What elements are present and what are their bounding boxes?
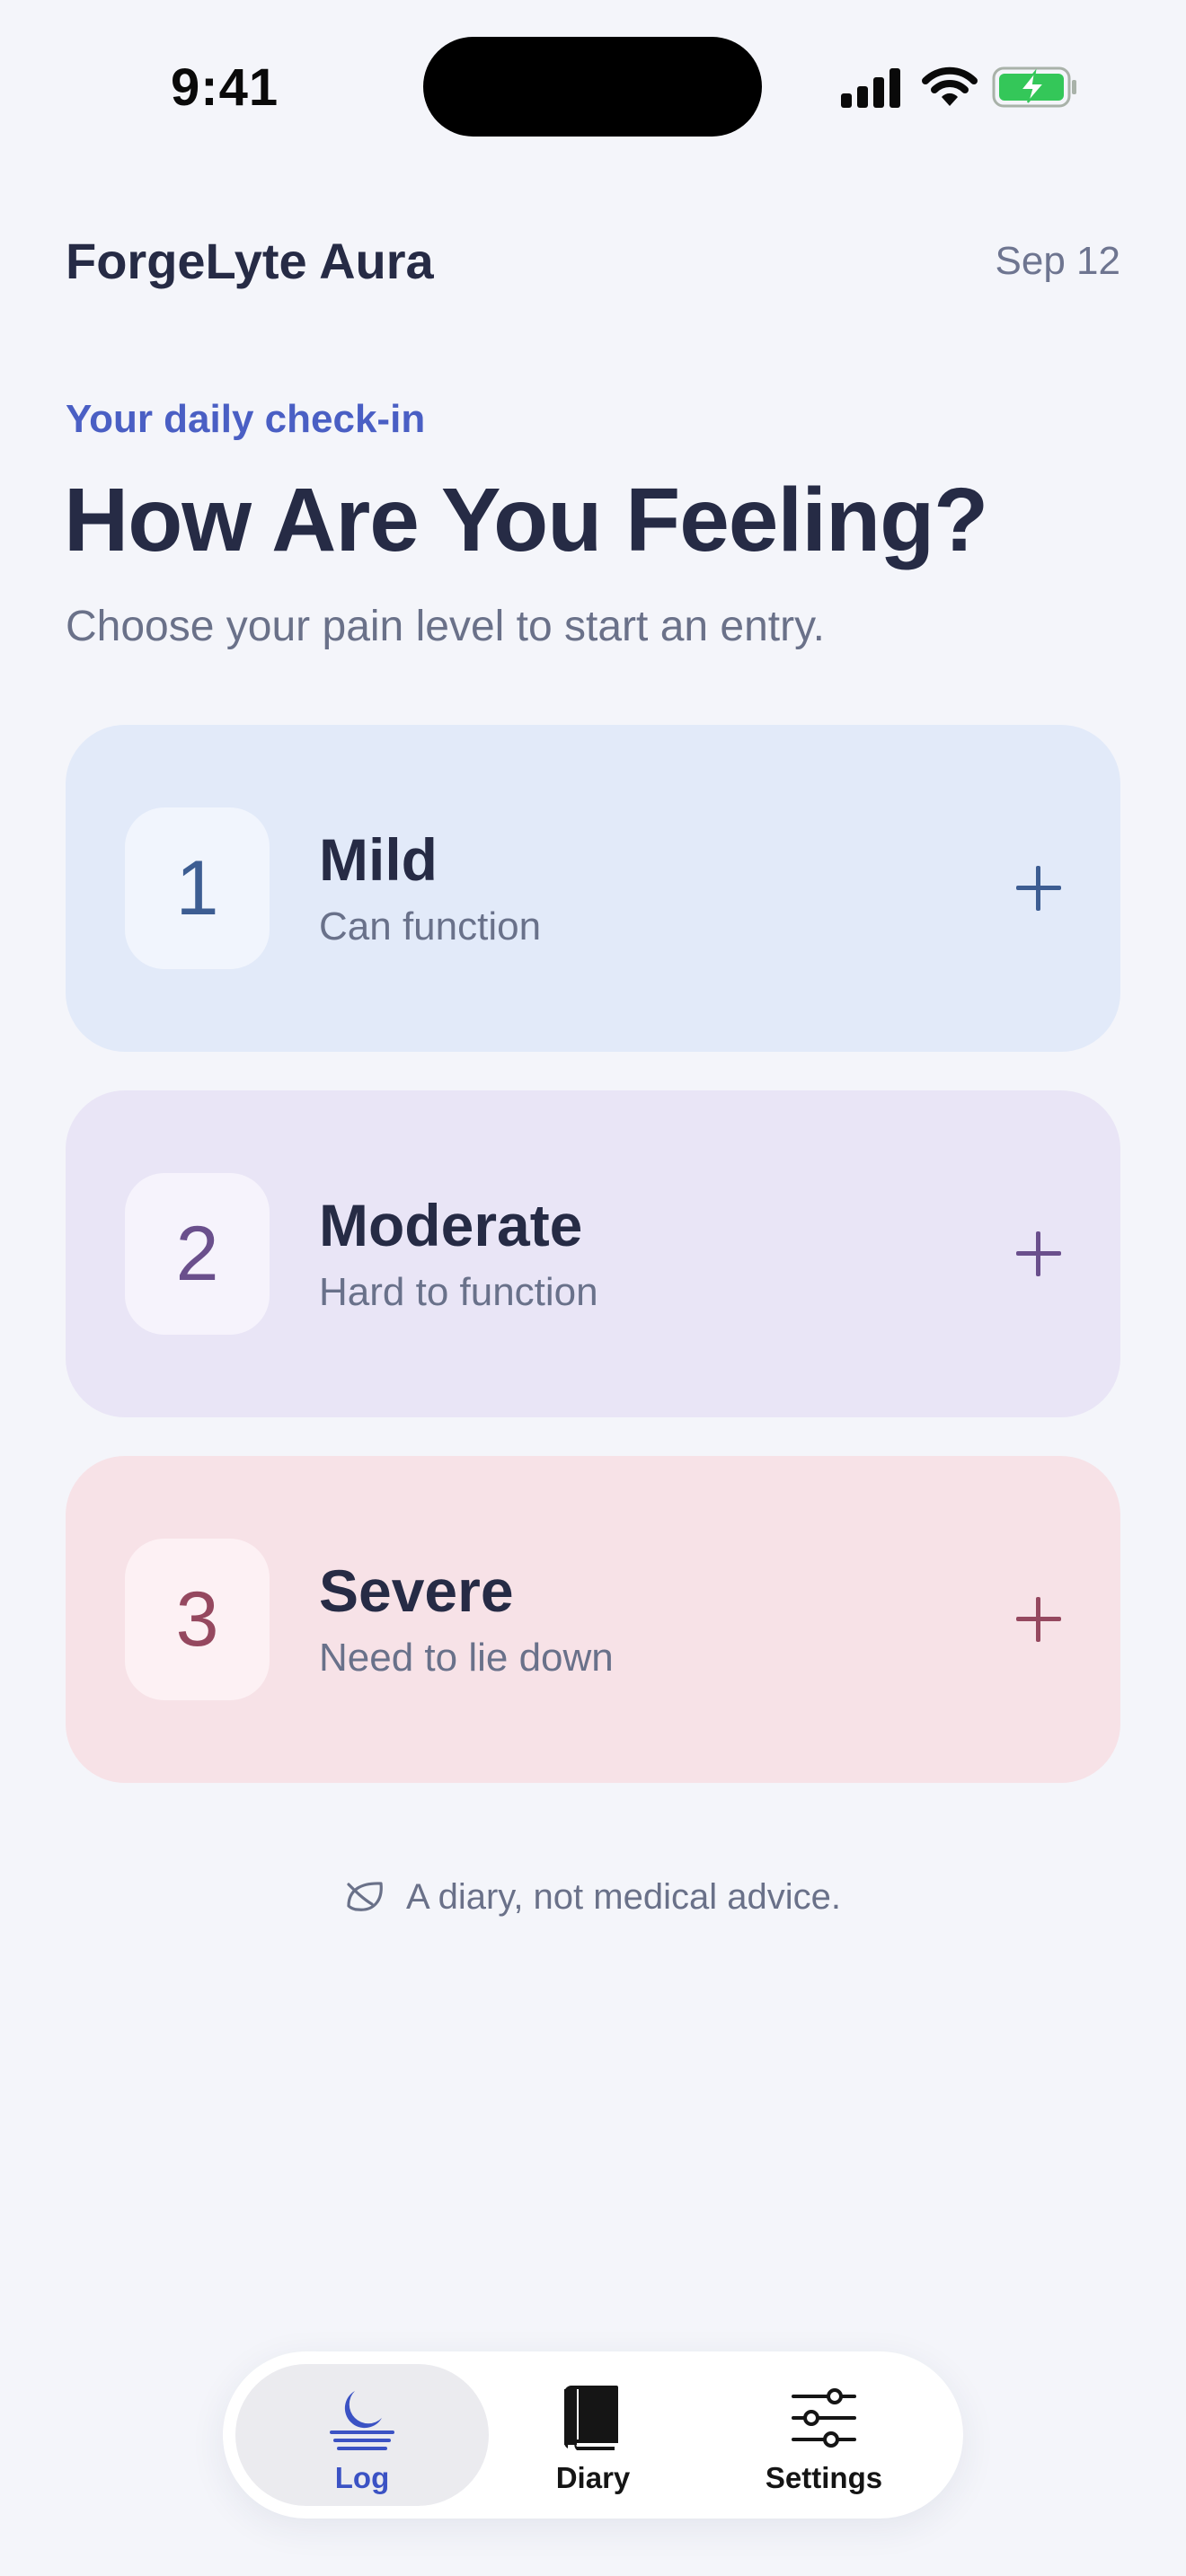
battery-charging-icon (992, 65, 1078, 114)
dynamic-island (423, 37, 762, 137)
leaf-icon (345, 1879, 386, 1915)
pain-level-card-moderate[interactable]: 2 Moderate Hard to function (66, 1090, 1120, 1417)
signal-icon (839, 65, 902, 114)
tab-label: Diary (555, 2461, 631, 2494)
level-description: Need to lie down (319, 1636, 614, 1680)
tab-bar: Log Diary Settings (223, 2351, 963, 2519)
pain-level-card-severe[interactable]: 3 Severe Need to lie down (66, 1456, 1120, 1783)
level-number-badge: 2 (125, 1173, 270, 1335)
book-icon (559, 2384, 627, 2452)
tab-settings[interactable]: Settings (697, 2364, 951, 2506)
tab-diary[interactable]: Diary (466, 2364, 720, 2506)
pain-level-card-mild[interactable]: 1 Mild Can function (66, 725, 1120, 1052)
sliders-icon (790, 2384, 858, 2452)
header-date: Sep 12 (995, 239, 1120, 283)
plus-icon[interactable] (1016, 1231, 1061, 1276)
app-header: ForgeLyte Aura Sep 12 (66, 232, 1120, 295)
plus-icon[interactable] (1016, 1597, 1061, 1642)
tab-label: Log (334, 2461, 390, 2494)
app-title: ForgeLyte Aura (66, 233, 434, 289)
page-subtitle: Choose your pain level to start an entry… (66, 603, 825, 650)
tab-label: Settings (765, 2461, 883, 2494)
moon-icon (328, 2384, 396, 2452)
plus-icon[interactable] (1016, 866, 1061, 911)
level-number-badge: 1 (125, 807, 270, 969)
status-bar: 9:41 (0, 0, 1186, 171)
level-name: Mild (319, 826, 438, 893)
level-number-badge: 3 (125, 1539, 270, 1700)
status-time: 9:41 (171, 58, 279, 117)
checkin-eyebrow: Your daily check-in (66, 397, 426, 441)
disclaimer-text: A diary, not medical advice. (406, 1876, 841, 1917)
level-name: Severe (319, 1557, 514, 1624)
level-name: Moderate (319, 1192, 583, 1258)
tab-log[interactable]: Log (235, 2364, 489, 2506)
wifi-icon (922, 65, 978, 114)
level-description: Hard to function (319, 1270, 598, 1314)
page-title: How Are You Feeling? (64, 470, 988, 570)
level-description: Can function (319, 904, 542, 948)
disclaimer: A diary, not medical advice. (0, 1872, 1186, 1922)
